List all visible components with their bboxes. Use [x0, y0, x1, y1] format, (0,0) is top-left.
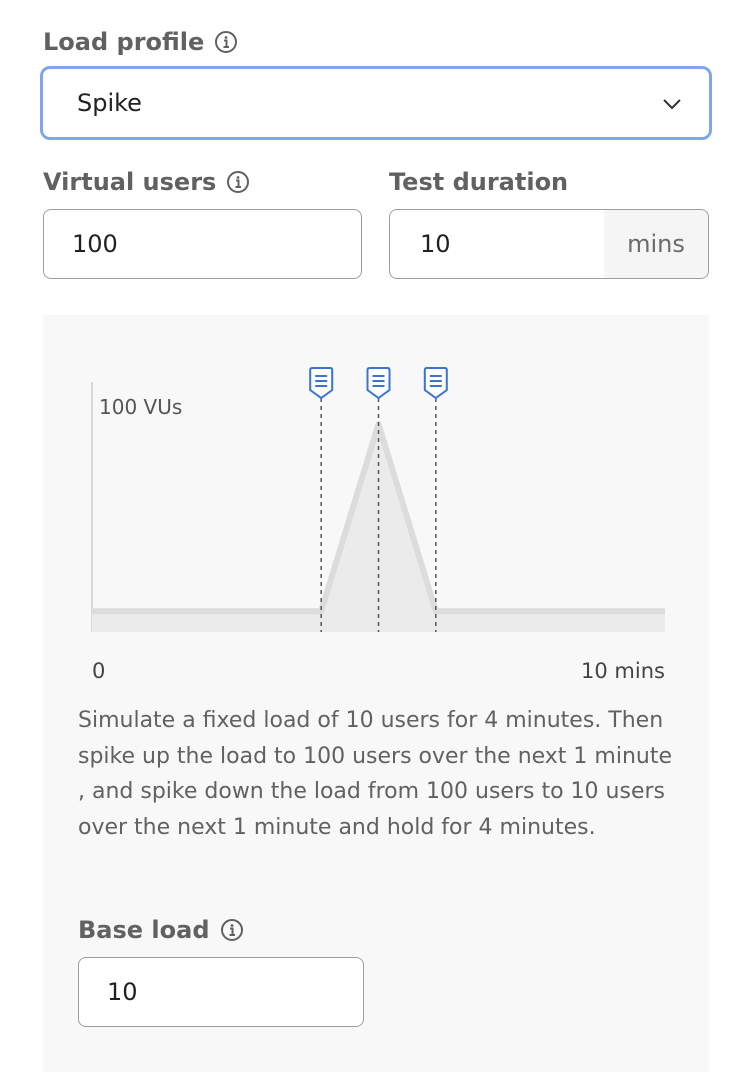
y-axis-label: 100 VUs	[99, 395, 183, 419]
x-axis-end-label: 10 mins	[581, 659, 665, 683]
note-marker-icon	[309, 367, 334, 400]
note-marker-icon	[366, 367, 391, 400]
x-axis-start-label: 0	[92, 659, 106, 683]
base-load-input[interactable]: 10	[78, 957, 364, 1027]
load-profile-description: Simulate a fixed load of 10 users for 4 …	[78, 708, 672, 840]
info-icon[interactable]	[220, 918, 244, 942]
base-load-label: Base load	[78, 916, 244, 944]
note-marker-icon	[423, 367, 448, 400]
load-chart	[91, 367, 665, 632]
base-load-value: 10	[107, 978, 138, 1006]
base-load-label-text: Base load	[78, 916, 210, 944]
